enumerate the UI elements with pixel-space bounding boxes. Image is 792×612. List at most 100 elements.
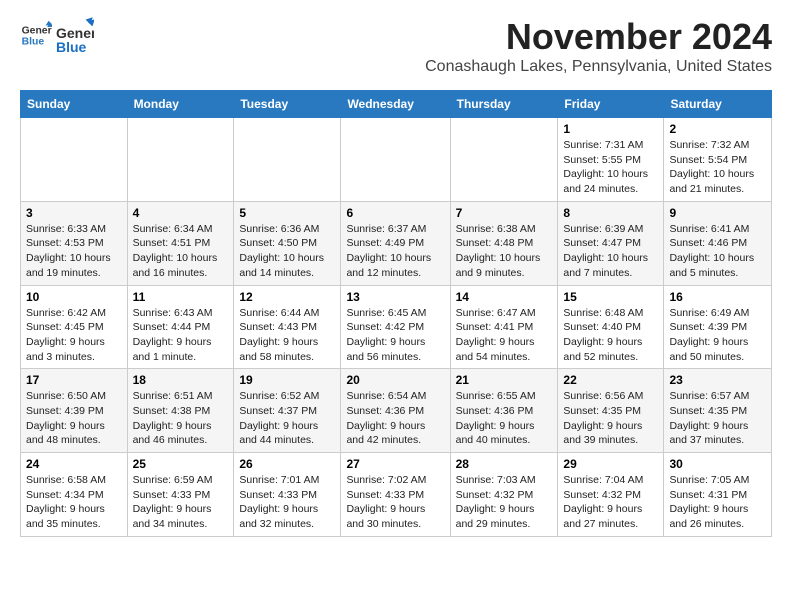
- day-number: 18: [133, 373, 229, 387]
- day-info: Sunrise: 6:39 AMSunset: 4:47 PMDaylight:…: [563, 222, 658, 281]
- calendar-table: SundayMondayTuesdayWednesdayThursdayFrid…: [20, 90, 772, 537]
- day-number: 17: [26, 373, 122, 387]
- calendar-cell: [127, 118, 234, 202]
- day-number: 27: [346, 457, 444, 471]
- day-info: Sunrise: 6:42 AMSunset: 4:45 PMDaylight:…: [26, 306, 122, 365]
- day-number: 14: [456, 290, 553, 304]
- calendar-cell: 2 Sunrise: 7:32 AMSunset: 5:54 PMDaylight…: [664, 118, 772, 202]
- day-info: Sunrise: 6:44 AMSunset: 4:43 PMDaylight:…: [239, 306, 335, 365]
- weekday-header-sunday: Sunday: [21, 91, 128, 118]
- calendar-cell: [21, 118, 128, 202]
- day-number: 12: [239, 290, 335, 304]
- day-number: 19: [239, 373, 335, 387]
- day-info: Sunrise: 7:02 AMSunset: 4:33 PMDaylight:…: [346, 473, 444, 532]
- calendar-week-row: 24 Sunrise: 6:58 AMSunset: 4:34 PMDayligh…: [21, 453, 772, 537]
- calendar-cell: 7Sunrise: 6:38 AMSunset: 4:48 PMDaylight…: [450, 201, 558, 285]
- day-number: 10: [26, 290, 122, 304]
- day-info: Sunrise: 7:05 AMSunset: 4:31 PMDaylight:…: [669, 473, 766, 532]
- day-number: 23: [669, 373, 766, 387]
- weekday-header-thursday: Thursday: [450, 91, 558, 118]
- calendar-cell: 25 Sunrise: 6:59 AMSunset: 4:33 PMDayligh…: [127, 453, 234, 537]
- day-number: 6: [346, 206, 444, 220]
- calendar-cell: 13Sunrise: 6:45 AMSunset: 4:42 PMDayligh…: [341, 285, 450, 369]
- calendar-cell: 5Sunrise: 6:36 AMSunset: 4:50 PMDaylight…: [234, 201, 341, 285]
- day-info: Sunrise: 6:58 AMSunset: 4:34 PMDaylight:…: [26, 473, 122, 532]
- calendar-cell: 30 Sunrise: 7:05 AMSunset: 4:31 PMDayligh…: [664, 453, 772, 537]
- calendar-cell: 29Sunrise: 7:04 AMSunset: 4:32 PMDayligh…: [558, 453, 664, 537]
- calendar-cell: 9 Sunrise: 6:41 AMSunset: 4:46 PMDaylight…: [664, 201, 772, 285]
- calendar-cell: 12 Sunrise: 6:44 AMSunset: 4:43 PMDayligh…: [234, 285, 341, 369]
- day-info: Sunrise: 7:03 AMSunset: 4:32 PMDaylight:…: [456, 473, 553, 532]
- day-info: Sunrise: 6:34 AMSunset: 4:51 PMDaylight:…: [133, 222, 229, 281]
- day-info: Sunrise: 6:33 AMSunset: 4:53 PMDaylight:…: [26, 222, 122, 281]
- day-info: Sunrise: 6:57 AMSunset: 4:35 PMDaylight:…: [669, 389, 766, 448]
- calendar-cell: 11Sunrise: 6:43 AMSunset: 4:44 PMDayligh…: [127, 285, 234, 369]
- day-info: Sunrise: 6:41 AMSunset: 4:46 PMDaylight:…: [669, 222, 766, 281]
- day-number: 28: [456, 457, 553, 471]
- weekday-header-saturday: Saturday: [664, 91, 772, 118]
- day-number: 24: [26, 457, 122, 471]
- title-area: November 2024 Conashaugh Lakes, Pennsylv…: [425, 16, 772, 84]
- day-info: Sunrise: 6:50 AMSunset: 4:39 PMDaylight:…: [26, 389, 122, 448]
- calendar-cell: 17 Sunrise: 6:50 AMSunset: 4:39 PMDayligh…: [21, 369, 128, 453]
- logo-bird-icon: General Blue: [56, 16, 94, 54]
- day-number: 21: [456, 373, 553, 387]
- day-number: 7: [456, 206, 553, 220]
- weekday-header-friday: Friday: [558, 91, 664, 118]
- calendar-cell: 28 Sunrise: 7:03 AMSunset: 4:32 PMDayligh…: [450, 453, 558, 537]
- calendar-cell: 21 Sunrise: 6:55 AMSunset: 4:36 PMDayligh…: [450, 369, 558, 453]
- calendar-cell: 8Sunrise: 6:39 AMSunset: 4:47 PMDaylight…: [558, 201, 664, 285]
- calendar-cell: 22Sunrise: 6:56 AMSunset: 4:35 PMDayligh…: [558, 369, 664, 453]
- calendar-cell: 14 Sunrise: 6:47 AMSunset: 4:41 PMDayligh…: [450, 285, 558, 369]
- calendar-cell: 19 Sunrise: 6:52 AMSunset: 4:37 PMDayligh…: [234, 369, 341, 453]
- weekday-header-monday: Monday: [127, 91, 234, 118]
- day-info: Sunrise: 6:51 AMSunset: 4:38 PMDaylight:…: [133, 389, 229, 448]
- weekday-header-wednesday: Wednesday: [341, 91, 450, 118]
- logo-icon: General Blue: [20, 19, 52, 51]
- day-info: Sunrise: 7:01 AMSunset: 4:33 PMDaylight:…: [239, 473, 335, 532]
- day-info: Sunrise: 6:36 AMSunset: 4:50 PMDaylight:…: [239, 222, 335, 281]
- day-number: 26: [239, 457, 335, 471]
- calendar-cell: 26 Sunrise: 7:01 AMSunset: 4:33 PMDayligh…: [234, 453, 341, 537]
- location-subtitle: Conashaugh Lakes, Pennsylvania, United S…: [425, 58, 772, 76]
- day-info: Sunrise: 6:37 AMSunset: 4:49 PMDaylight:…: [346, 222, 444, 281]
- calendar-body: 1Sunrise: 7:31 AMSunset: 5:55 PMDaylight…: [21, 118, 772, 537]
- day-info: Sunrise: 6:59 AMSunset: 4:33 PMDaylight:…: [133, 473, 229, 532]
- svg-text:Blue: Blue: [22, 37, 45, 48]
- logo: General Blue General Blue: [20, 16, 94, 54]
- calendar-header-row: SundayMondayTuesdayWednesdayThursdayFrid…: [21, 91, 772, 118]
- svg-text:Blue: Blue: [56, 39, 87, 54]
- calendar-cell: 3Sunrise: 6:33 AMSunset: 4:53 PMDaylight…: [21, 201, 128, 285]
- calendar-cell: 23 Sunrise: 6:57 AMSunset: 4:35 PMDayligh…: [664, 369, 772, 453]
- day-info: Sunrise: 6:49 AMSunset: 4:39 PMDaylight:…: [669, 306, 766, 365]
- calendar-week-row: 3Sunrise: 6:33 AMSunset: 4:53 PMDaylight…: [21, 201, 772, 285]
- day-info: Sunrise: 6:47 AMSunset: 4:41 PMDaylight:…: [456, 306, 553, 365]
- calendar-cell: [234, 118, 341, 202]
- day-info: Sunrise: 7:32 AMSunset: 5:54 PMDaylight:…: [669, 138, 766, 197]
- calendar-cell: 15 Sunrise: 6:48 AMSunset: 4:40 PMDayligh…: [558, 285, 664, 369]
- calendar-cell: 24 Sunrise: 6:58 AMSunset: 4:34 PMDayligh…: [21, 453, 128, 537]
- day-info: Sunrise: 6:55 AMSunset: 4:36 PMDaylight:…: [456, 389, 553, 448]
- day-info: Sunrise: 6:48 AMSunset: 4:40 PMDaylight:…: [563, 306, 658, 365]
- day-number: 16: [669, 290, 766, 304]
- day-number: 4: [133, 206, 229, 220]
- day-number: 25: [133, 457, 229, 471]
- day-number: 13: [346, 290, 444, 304]
- month-year-title: November 2024: [425, 16, 772, 58]
- day-number: 30: [669, 457, 766, 471]
- calendar-cell: [450, 118, 558, 202]
- calendar-cell: 10 Sunrise: 6:42 AMSunset: 4:45 PMDayligh…: [21, 285, 128, 369]
- calendar-week-row: 1Sunrise: 7:31 AMSunset: 5:55 PMDaylight…: [21, 118, 772, 202]
- day-number: 2: [669, 122, 766, 136]
- day-info: Sunrise: 6:52 AMSunset: 4:37 PMDaylight:…: [239, 389, 335, 448]
- calendar-week-row: 10 Sunrise: 6:42 AMSunset: 4:45 PMDayligh…: [21, 285, 772, 369]
- day-number: 15: [563, 290, 658, 304]
- calendar-cell: 1Sunrise: 7:31 AMSunset: 5:55 PMDaylight…: [558, 118, 664, 202]
- day-number: 9: [669, 206, 766, 220]
- day-number: 1: [563, 122, 658, 136]
- day-info: Sunrise: 6:43 AMSunset: 4:44 PMDaylight:…: [133, 306, 229, 365]
- calendar-cell: 16 Sunrise: 6:49 AMSunset: 4:39 PMDayligh…: [664, 285, 772, 369]
- calendar-cell: 18 Sunrise: 6:51 AMSunset: 4:38 PMDayligh…: [127, 369, 234, 453]
- calendar-week-row: 17 Sunrise: 6:50 AMSunset: 4:39 PMDayligh…: [21, 369, 772, 453]
- calendar-cell: [341, 118, 450, 202]
